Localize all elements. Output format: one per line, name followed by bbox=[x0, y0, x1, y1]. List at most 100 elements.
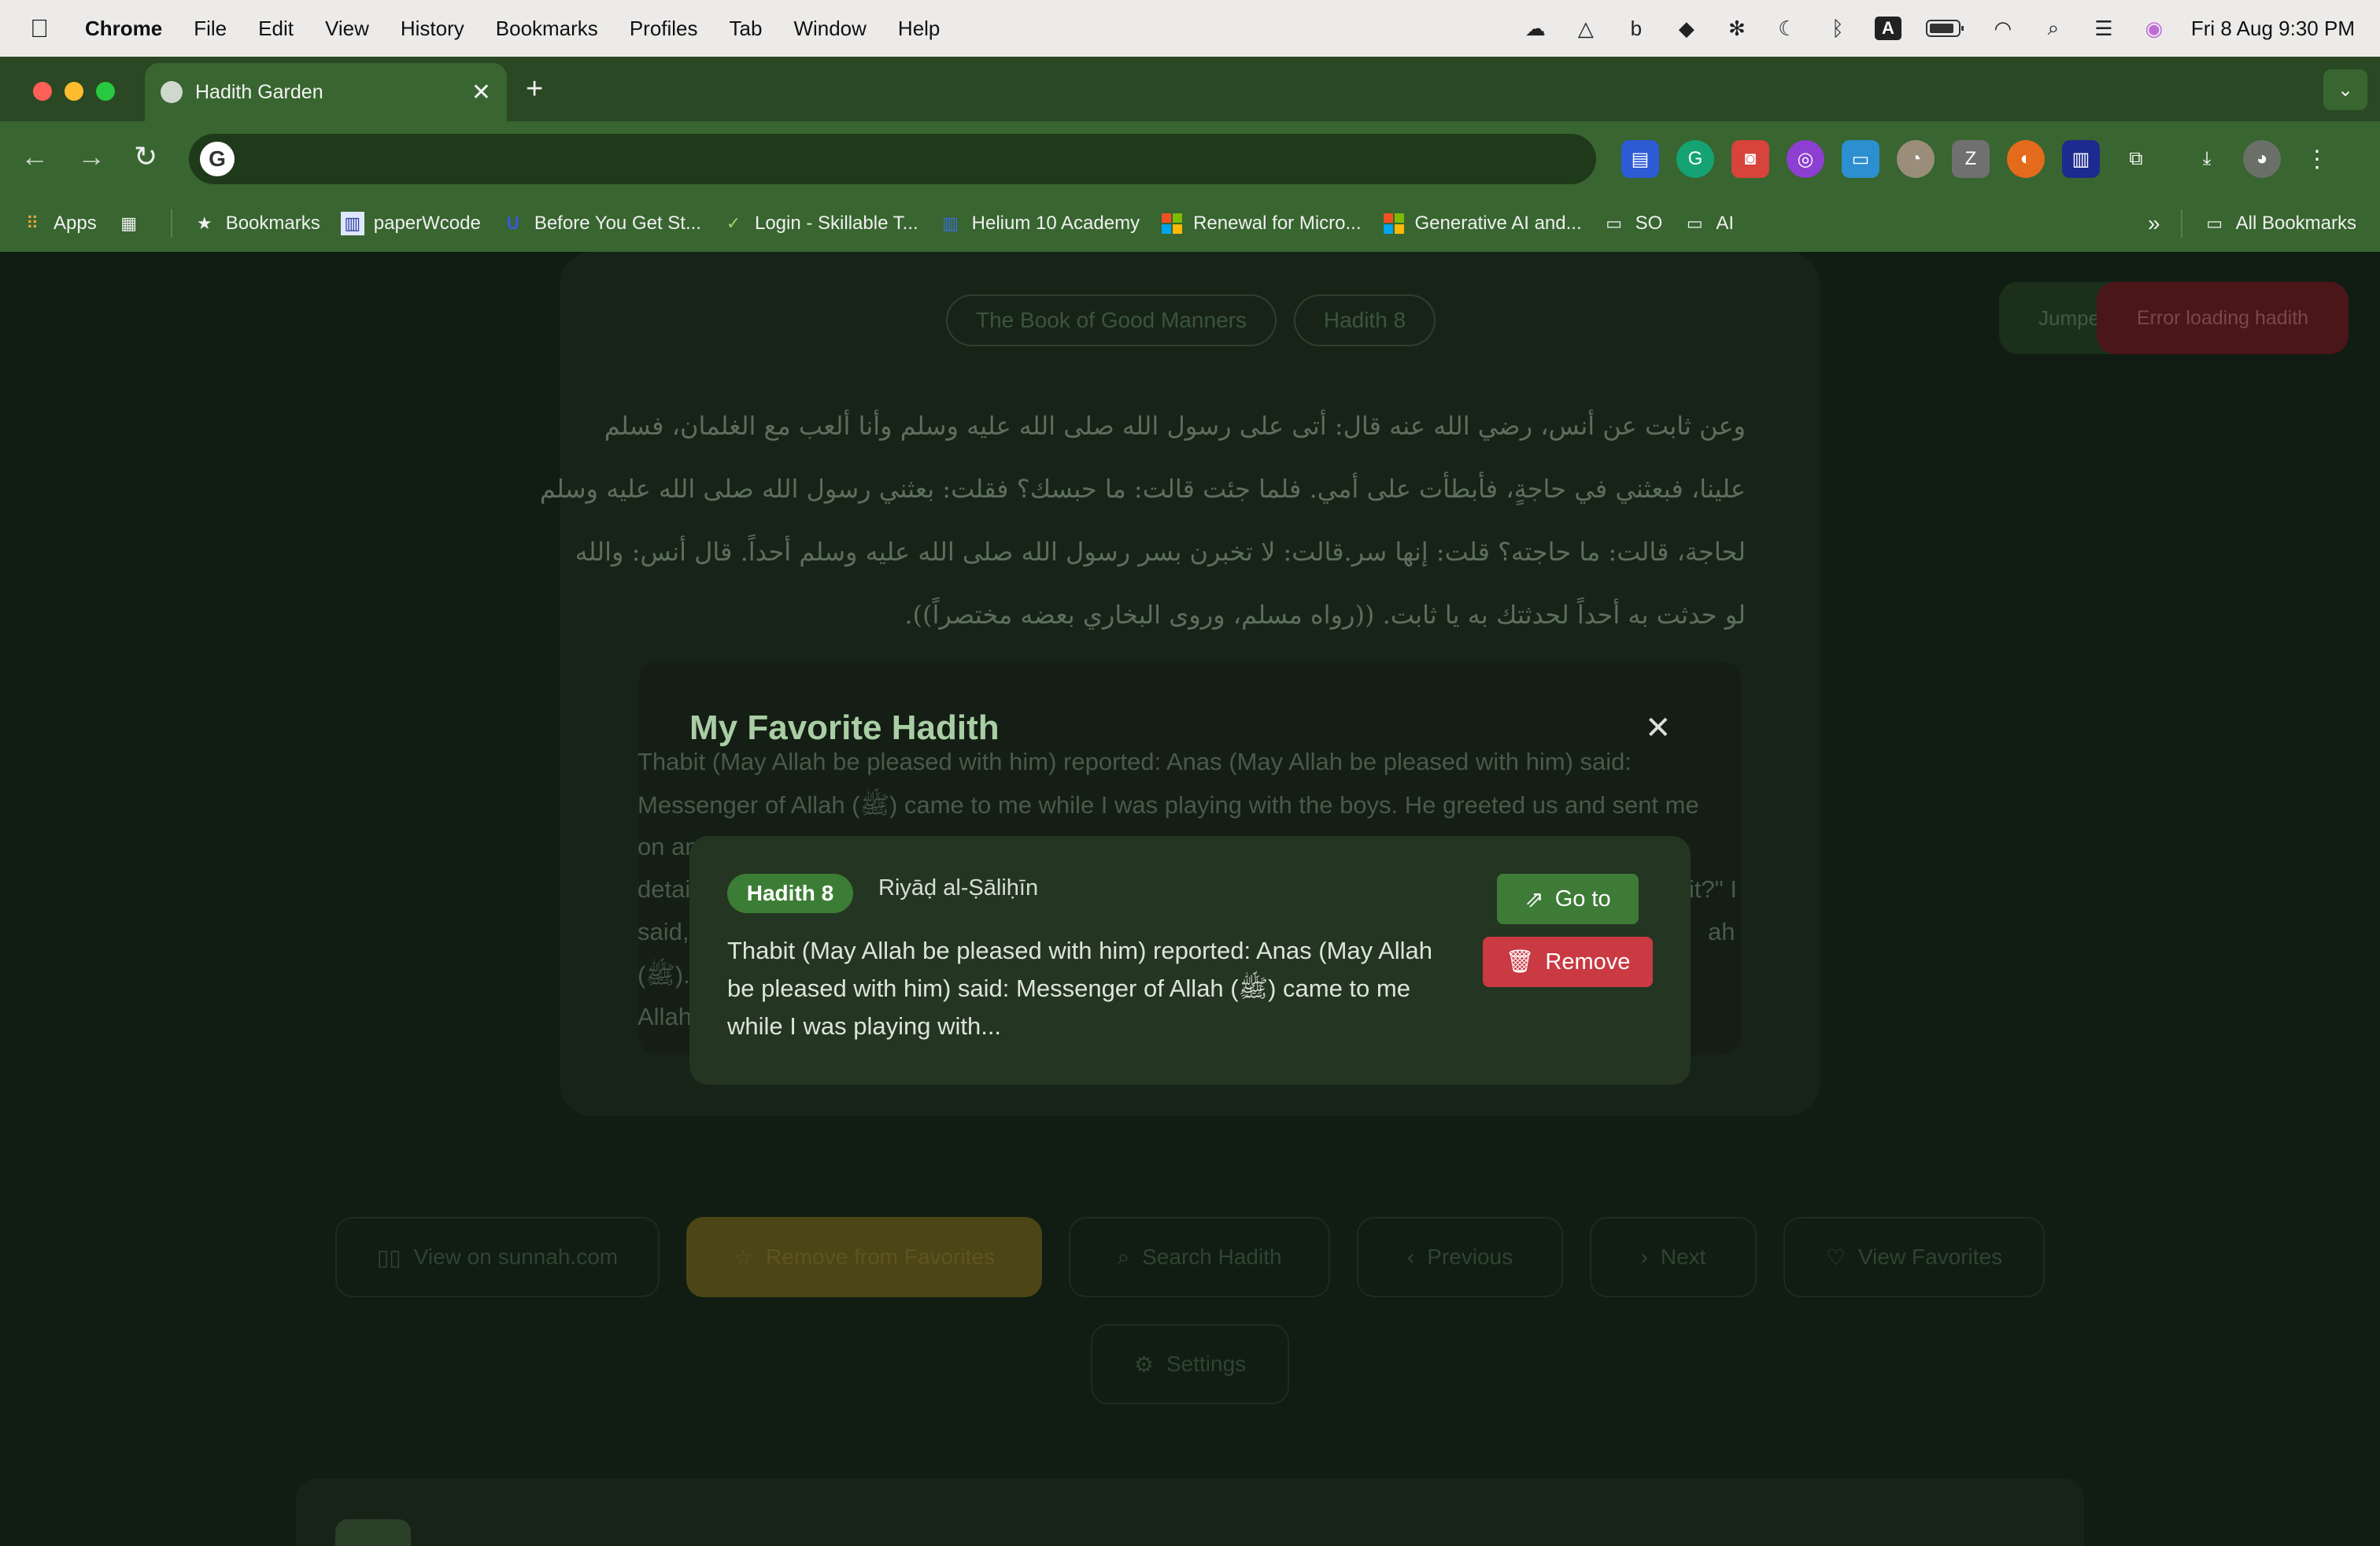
tab-hadith-garden[interactable]: Hadith Garden ✕ bbox=[145, 63, 507, 121]
bookmark-bookmarks[interactable]: ★ Bookmarks bbox=[193, 212, 320, 235]
modal-title: My Favorite Hadith bbox=[689, 708, 1000, 747]
settings-button[interactable]: ⚙ Settings bbox=[1091, 1324, 1289, 1404]
bookmarks-separator bbox=[2180, 209, 2182, 238]
menu-profiles[interactable]: Profiles bbox=[630, 17, 698, 41]
bookmark-helium-10[interactable]: ▥ Helium 10 Academy bbox=[939, 212, 1140, 235]
bookmark-renewal-microsoft[interactable]: Renewal for Micro... bbox=[1160, 212, 1362, 235]
globe-icon bbox=[161, 81, 183, 103]
back-icon[interactable]: ← bbox=[20, 140, 49, 173]
drive-icon[interactable]: △ bbox=[1572, 17, 1599, 40]
menu-file[interactable]: File bbox=[194, 17, 227, 41]
bookmark-folder-so[interactable]: ▭ SO bbox=[1602, 212, 1662, 235]
footer-card bbox=[296, 1478, 2084, 1546]
bookmark-paperwcode[interactable]: ▥ paperWcode bbox=[340, 212, 481, 235]
all-bookmarks[interactable]: ▭ All Bookmarks bbox=[2203, 212, 2356, 235]
remove-button[interactable]: 🗑 Remove bbox=[1483, 937, 1653, 987]
bookmark-apps[interactable]: ⠿ Apps bbox=[20, 212, 97, 235]
grammarly-icon[interactable]: G bbox=[1676, 140, 1714, 178]
google-icon: G bbox=[200, 142, 235, 176]
arabic-line: لحاجة، قالت: ما حاجته؟ قلت: إنها سر.قالت… bbox=[575, 537, 1746, 567]
grid-icon: ▦ bbox=[120, 213, 138, 233]
menu-window[interactable]: Window bbox=[793, 17, 866, 41]
window-minimize-button[interactable] bbox=[65, 82, 83, 101]
bookmark-folder-ai[interactable]: ▭ AI bbox=[1683, 212, 1734, 235]
bookmark-skillable-login[interactable]: ✓ Login - Skillable T... bbox=[722, 212, 918, 235]
gear-icon: ⚙ bbox=[1133, 1352, 1154, 1377]
tab-search-chevron-icon[interactable]: ⌄ bbox=[2323, 69, 2367, 110]
window-close-button[interactable] bbox=[33, 82, 52, 101]
menubar-clock[interactable]: Fri 8 Aug 9:30 PM bbox=[2191, 17, 2355, 41]
menu-tab[interactable]: Tab bbox=[730, 17, 763, 41]
book-icon: ▯▯ bbox=[376, 1245, 401, 1270]
hadith-number-pill: Hadith 8 bbox=[1294, 294, 1436, 346]
wifi-icon[interactable]: ◠ bbox=[1990, 17, 2016, 40]
screenshot-icon[interactable]: ◙ bbox=[1731, 140, 1769, 178]
folder-icon: ▭ bbox=[2206, 213, 2223, 233]
search-icon: ⌕ bbox=[1117, 1244, 1130, 1269]
input-source-icon[interactable]: A bbox=[1874, 17, 1901, 40]
window-zoom-button[interactable] bbox=[96, 82, 115, 101]
menu-history[interactable]: History bbox=[401, 17, 464, 41]
view-favorites-button[interactable]: ♡ View Favorites bbox=[1783, 1217, 2045, 1297]
spotlight-search-icon[interactable]: ⌕ bbox=[2040, 16, 2067, 40]
new-tab-icon[interactable]: + bbox=[526, 72, 543, 106]
extension-doc-icon[interactable]: ▤ bbox=[1621, 140, 1659, 178]
star-icon: ★ bbox=[196, 213, 213, 233]
apple-icon[interactable]:  bbox=[30, 14, 49, 43]
go-to-button[interactable]: ⇗ Go to bbox=[1497, 874, 1639, 924]
helium-logo-icon: ▥ bbox=[942, 213, 959, 233]
siri-icon[interactable]: ◉ bbox=[2141, 17, 2168, 40]
profile-avatar[interactable]: ◕ bbox=[2243, 140, 2281, 178]
flag-extension-icon[interactable]: ▥ bbox=[2062, 140, 2100, 178]
next-button[interactable]: › Next bbox=[1590, 1217, 1757, 1297]
chevron-left-icon: ‹ bbox=[1406, 1245, 1415, 1269]
u-logo-icon: U bbox=[506, 213, 519, 233]
b-app-icon[interactable]: b bbox=[1623, 17, 1650, 40]
remove-from-favorites-button[interactable]: ☆ Remove from Favorites bbox=[686, 1217, 1042, 1297]
orange-extension-icon[interactable]: ◐ bbox=[2007, 140, 2045, 178]
control-center-icon[interactable]: ☰ bbox=[2090, 17, 2117, 40]
arabic-line: علينا، فبعثني في حاجةٍ، فأبطأت على أمي. … bbox=[539, 474, 1746, 504]
microsoft-logo-icon bbox=[1160, 212, 1184, 235]
close-tab-icon[interactable]: ✕ bbox=[471, 79, 491, 106]
bookmarks-separator bbox=[170, 209, 172, 238]
moon-icon[interactable]: ☾ bbox=[1774, 17, 1801, 40]
cube-icon[interactable]: ◆ bbox=[1673, 17, 1700, 40]
menu-help[interactable]: Help bbox=[898, 17, 940, 41]
tab-groups-button[interactable]: ▦ bbox=[117, 212, 150, 235]
reload-icon[interactable]: ↻ bbox=[134, 140, 157, 173]
menubar-status-area: ☁ △ b ◆ ✻ ☾ ᛒ A ◠ ⌕ ☰ ◉ Fri 8 Aug 9:30 P… bbox=[1522, 0, 2355, 57]
address-bar[interactable] bbox=[189, 134, 1596, 184]
forward-icon[interactable]: → bbox=[77, 140, 105, 173]
color-picker-icon[interactable]: ◎ bbox=[1787, 140, 1824, 178]
menu-app-name[interactable]: Chrome bbox=[85, 17, 162, 41]
close-icon[interactable]: ✕ bbox=[1645, 710, 1672, 746]
menu-bookmarks[interactable]: Bookmarks bbox=[496, 17, 598, 41]
radio-icon[interactable]: ▭ bbox=[1842, 140, 1879, 178]
previous-button[interactable]: ‹ Previous bbox=[1357, 1217, 1563, 1297]
bookmark-before-you-get-started[interactable]: U Before You Get St... bbox=[501, 212, 701, 235]
microsoft-logo-icon bbox=[1382, 212, 1406, 235]
menu-edit[interactable]: Edit bbox=[258, 17, 294, 41]
bookmarks-overflow-icon[interactable]: » bbox=[2148, 211, 2160, 236]
cloud-icon[interactable]: ☁ bbox=[1522, 17, 1549, 40]
owl-icon[interactable]: ◔ bbox=[1897, 140, 1935, 178]
english-line: Messenger of Allah (ﷺ) came to me while … bbox=[638, 791, 1699, 819]
z-extension-icon[interactable]: Z bbox=[1952, 140, 1990, 178]
barcode-icon: ▥ bbox=[340, 212, 364, 235]
view-on-sunnah-button[interactable]: ▯▯ View on sunnah.com bbox=[335, 1217, 660, 1297]
openai-icon[interactable]: ✻ bbox=[1724, 17, 1750, 40]
menu-view[interactable]: View bbox=[325, 17, 369, 41]
hadith-excerpt: Thabit (May Allah be pleased with him) r… bbox=[727, 937, 1433, 1040]
english-line-fragment: ah bbox=[1708, 918, 1735, 945]
battery-icon[interactable] bbox=[1925, 17, 1966, 40]
hadith-badge: Hadith 8 bbox=[727, 874, 853, 913]
book-pill: The Book of Good Manners bbox=[946, 294, 1277, 346]
bluetooth-icon[interactable]: ᛒ bbox=[1824, 17, 1851, 40]
search-hadith-button[interactable]: ⌕ Search Hadith bbox=[1069, 1217, 1330, 1297]
download-icon[interactable]: ⤓ bbox=[2188, 140, 2226, 178]
bookmarks-bar: ⠿ Apps ▦ ★ Bookmarks ▥ paperWcode U Before Y… bbox=[0, 195, 2380, 252]
bookmark-generative-ai[interactable]: Generative AI and... bbox=[1382, 212, 1582, 235]
puzzle-icon[interactable]: ⧉ bbox=[2117, 140, 2155, 178]
kebab-menu-icon[interactable]: ⋮ bbox=[2298, 140, 2336, 178]
